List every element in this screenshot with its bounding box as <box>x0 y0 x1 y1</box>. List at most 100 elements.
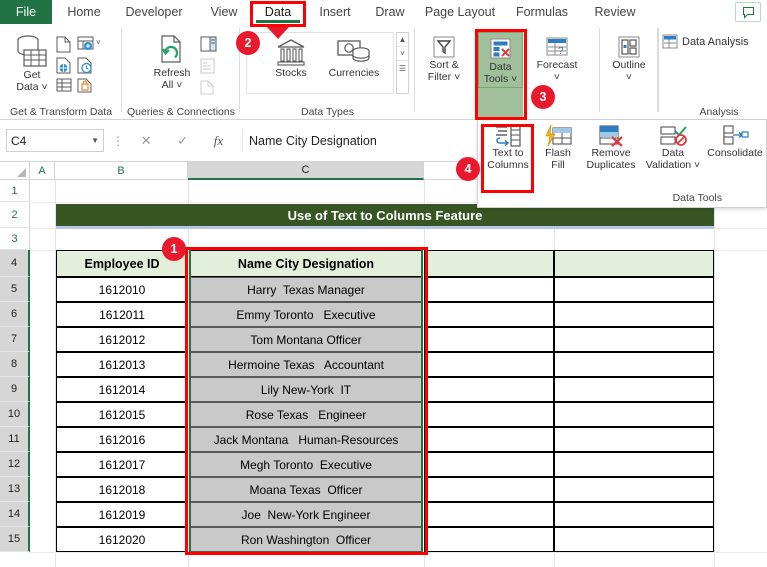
table-cell-employee-id[interactable]: 1612012 <box>56 327 188 352</box>
table-cell-d[interactable] <box>424 302 554 327</box>
forecast-button[interactable]: ? Forecast ˅ <box>531 34 583 83</box>
tab-file[interactable]: File <box>0 0 52 24</box>
currencies-button[interactable]: Currencies <box>322 38 386 80</box>
cancel-icon[interactable]: ✕ <box>141 133 152 149</box>
row-header-2[interactable]: 2 <box>0 202 30 228</box>
row-header-15[interactable]: 15 <box>0 527 30 552</box>
flash-fill-button[interactable]: Flash Fill <box>538 124 578 171</box>
table-cell-employee-id[interactable]: 1612011 <box>56 302 188 327</box>
gallery-down-icon[interactable]: ˅ <box>397 47 408 61</box>
gallery-up-icon[interactable]: ▲ <box>397 33 408 47</box>
table-cell-employee-id[interactable]: 1612013 <box>56 352 188 377</box>
tab-developer[interactable]: Developer <box>114 0 194 24</box>
row-header-5[interactable]: 5 <box>0 277 30 302</box>
table-cell-employee-id[interactable]: 1612010 <box>56 277 188 302</box>
tab-insert[interactable]: Insert <box>310 0 360 24</box>
column-header-a-label: A <box>38 164 46 177</box>
tab-home[interactable]: Home <box>56 0 112 24</box>
row-header-13[interactable]: 13 <box>0 477 30 502</box>
sort-filter-button[interactable]: Sort & Filter ˅ <box>421 34 467 83</box>
fx-icon[interactable]: fx <box>214 133 223 149</box>
table-cell-employee-id[interactable]: 1612016 <box>56 427 188 452</box>
table-cell-d[interactable] <box>424 502 554 527</box>
table-cell-e[interactable] <box>554 402 714 427</box>
callout-marker-4-label: 4 <box>464 162 472 176</box>
table-cell-employee-id[interactable]: 1612018 <box>56 477 188 502</box>
row-header-10[interactable]: 10 <box>0 402 30 427</box>
data-analysis-button[interactable]: Data Analysis <box>662 34 749 49</box>
formula-bar-handle[interactable]: ⋮ <box>112 134 124 148</box>
table-cell-d[interactable] <box>424 352 554 377</box>
table-cell-d[interactable] <box>424 277 554 302</box>
consolidate-button[interactable]: Consolidate <box>704 124 766 160</box>
table-cell-d[interactable] <box>424 452 554 477</box>
table-cell-e[interactable] <box>554 277 714 302</box>
stocks-button[interactable]: Stocks <box>264 38 318 80</box>
tab-draw[interactable]: Draw <box>366 0 414 24</box>
table-cell-employee-id[interactable]: 1612020 <box>56 527 188 552</box>
chevron-down-icon[interactable]: ˅ <box>96 38 101 47</box>
table-cell-e[interactable] <box>554 477 714 502</box>
row-header-14[interactable]: 14 <box>0 502 30 527</box>
row-header-12[interactable]: 12 <box>0 452 30 477</box>
tab-review[interactable]: Review <box>582 0 648 24</box>
row-header-3[interactable]: 3 <box>0 228 30 250</box>
table-cell-e[interactable] <box>554 352 714 377</box>
tab-formulas-label: Formulas <box>515 5 569 19</box>
tab-page-layout[interactable]: Page Layout <box>418 0 502 24</box>
from-web-table-icon[interactable] <box>77 36 94 58</box>
select-all-corner[interactable] <box>0 162 30 180</box>
gallery-more-icon[interactable]: ☰ <box>397 61 408 75</box>
outline-button[interactable]: Outline ˅ <box>603 34 655 83</box>
data-types-gallery-spinners[interactable]: ▲ ˅ ☰ <box>396 32 409 94</box>
recent-sources-icon[interactable] <box>77 57 93 79</box>
table-cell-employee-id[interactable]: 1612017 <box>56 452 188 477</box>
row-header-7[interactable]: 7 <box>0 327 30 352</box>
confirm-icon[interactable]: ✓ <box>177 133 188 149</box>
refresh-all-button[interactable]: Refresh All ˅ <box>146 34 198 91</box>
row-header-8[interactable]: 8 <box>0 352 30 377</box>
table-cell-e[interactable] <box>554 427 714 452</box>
tab-formulas[interactable]: Formulas <box>506 0 578 24</box>
table-cell-d[interactable] <box>424 527 554 552</box>
table-cell-e[interactable] <box>554 527 714 552</box>
from-text-icon[interactable] <box>56 36 71 58</box>
tab-view[interactable]: View <box>200 0 248 24</box>
table-cell-employee-id-value: 1612019 <box>98 507 146 522</box>
table-cell-e[interactable] <box>554 452 714 477</box>
column-header-c[interactable]: C <box>188 162 424 180</box>
chevron-down-icon[interactable]: ▼ <box>91 136 99 145</box>
from-database-icon[interactable] <box>77 78 92 98</box>
table-cell-e[interactable] <box>554 502 714 527</box>
remove-duplicates-button[interactable]: Remove Duplicates <box>579 124 643 171</box>
data-validation-button[interactable]: Data Validation ˅ <box>644 124 702 171</box>
row-header-9[interactable]: 9 <box>0 377 30 402</box>
row-header-11[interactable]: 11 <box>0 427 30 452</box>
table-cell-employee-id-value: 1612013 <box>98 357 146 372</box>
table-cell-d[interactable] <box>424 377 554 402</box>
get-data-button[interactable]: Get Data ˅ <box>8 34 56 93</box>
table-cell-d[interactable] <box>424 327 554 352</box>
comment-icon[interactable] <box>735 2 761 22</box>
edit-links-icon[interactable] <box>200 80 214 100</box>
table-cell-d[interactable] <box>424 477 554 502</box>
table-cell-d[interactable] <box>424 427 554 452</box>
properties-icon[interactable] <box>200 58 215 79</box>
table-cell-d[interactable] <box>424 402 554 427</box>
column-header-b[interactable]: B <box>55 162 188 180</box>
table-cell-employee-id[interactable]: 1612014 <box>56 377 188 402</box>
table-cell-employee-id-value: 1612012 <box>98 332 146 347</box>
from-table-range-icon[interactable] <box>56 57 71 79</box>
row-header-1[interactable]: 1 <box>0 180 30 202</box>
existing-connections-icon[interactable] <box>56 78 72 98</box>
table-cell-e[interactable] <box>554 377 714 402</box>
table-cell-employee-id[interactable]: 1612015 <box>56 402 188 427</box>
table-cell-e[interactable] <box>554 302 714 327</box>
queries-pane-icon[interactable] <box>200 36 217 57</box>
row-header-6[interactable]: 6 <box>0 302 30 327</box>
row-header-4[interactable]: 4 <box>0 250 30 277</box>
column-header-a[interactable]: A <box>30 162 55 180</box>
table-cell-e[interactable] <box>554 327 714 352</box>
table-cell-employee-id[interactable]: 1612019 <box>56 502 188 527</box>
name-box[interactable]: C4 ▼ <box>6 129 104 152</box>
